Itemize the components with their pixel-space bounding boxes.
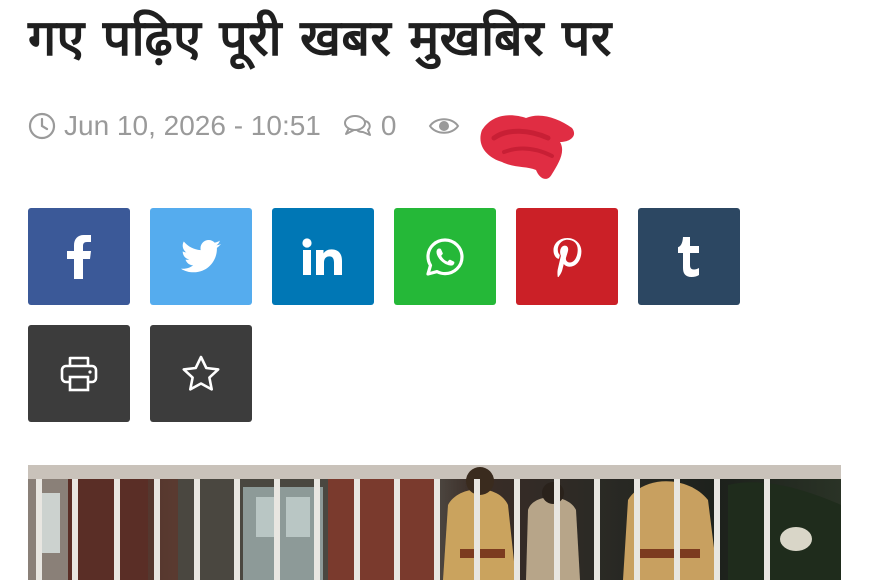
twitter-share-button[interactable] (150, 208, 252, 305)
star-icon (181, 355, 221, 393)
whatsapp-share-button[interactable] (394, 208, 496, 305)
article-meta: Jun 10, 2026 - 10:51 0 (28, 106, 482, 146)
clock-icon (28, 112, 56, 140)
tumblr-share-button[interactable] (638, 208, 740, 305)
pinterest-icon (552, 237, 582, 277)
linkedin-icon (302, 237, 344, 276)
views-meta (428, 115, 460, 137)
comments-icon (343, 113, 373, 139)
redaction-scribble (480, 115, 575, 179)
eye-icon (428, 115, 460, 137)
whatsapp-icon (425, 237, 465, 277)
date-meta: Jun 10, 2026 - 10:51 (28, 110, 321, 142)
post-date: Jun 10, 2026 - 10:51 (64, 110, 321, 141)
comments-meta[interactable]: 0 (343, 110, 397, 142)
tumblr-icon (676, 236, 702, 277)
printer-icon (59, 356, 99, 392)
print-button[interactable] (28, 325, 130, 422)
twitter-icon (181, 239, 221, 274)
facebook-icon (66, 234, 92, 279)
pinterest-share-button[interactable] (516, 208, 618, 305)
favorite-button[interactable] (150, 325, 252, 422)
article-photo (28, 465, 841, 580)
article-photo-illustration (28, 465, 841, 580)
facebook-share-button[interactable] (28, 208, 130, 305)
comments-count: 0 (380, 110, 397, 141)
linkedin-share-button[interactable] (272, 208, 374, 305)
article-title: गए पढ़िए पूरी खबर मुखबिर पर (28, 9, 612, 67)
